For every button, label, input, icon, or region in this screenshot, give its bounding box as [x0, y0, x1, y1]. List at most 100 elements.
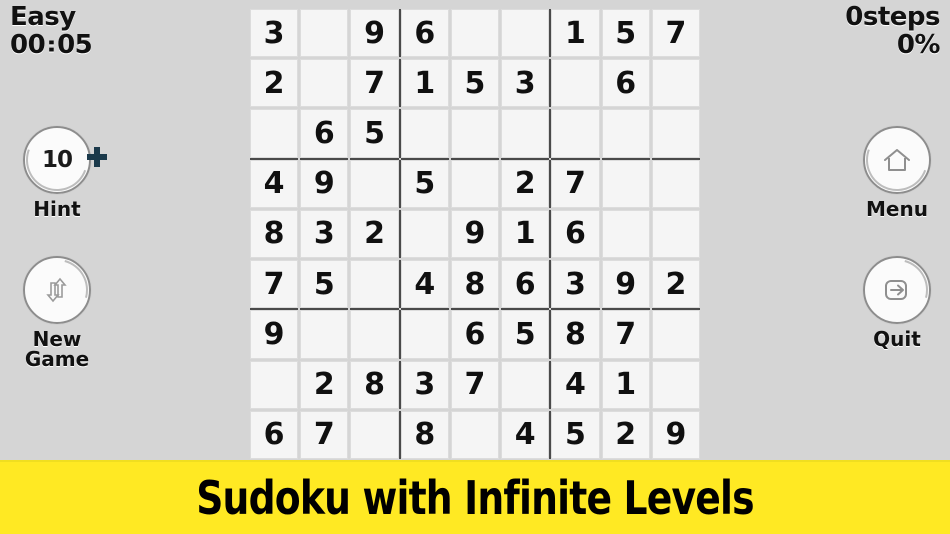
- sudoku-cell-r7c7[interactable]: 8: [551, 310, 600, 359]
- hint-button[interactable]: 10 Hint: [0, 118, 122, 219]
- sudoku-cell-r2c1[interactable]: 2: [250, 59, 299, 108]
- sudoku-cell-r7c5[interactable]: 6: [450, 310, 500, 359]
- sudoku-cell-r1c8[interactable]: 5: [601, 9, 650, 58]
- sudoku-cell-r6c5[interactable]: 8: [450, 260, 500, 309]
- sudoku-cell-r3c4[interactable]: [400, 109, 449, 158]
- sudoku-cell-r8c6[interactable]: [501, 360, 550, 409]
- sudoku-cell-r9c8[interactable]: 2: [601, 410, 650, 459]
- sudoku-cell-r6c7[interactable]: 3: [551, 260, 600, 309]
- sudoku-cell-r9c3[interactable]: [350, 410, 399, 459]
- sudoku-cell-r4c7[interactable]: 7: [551, 159, 600, 208]
- quit-label: Quit: [873, 327, 921, 351]
- sudoku-cell-r7c9[interactable]: [651, 310, 700, 359]
- sudoku-cell-r1c7[interactable]: 1: [551, 9, 600, 58]
- sudoku-cell-r2c9[interactable]: [651, 59, 700, 108]
- sudoku-cell-r6c9[interactable]: 2: [651, 260, 700, 309]
- status-right: 0steps 0%: [845, 3, 941, 61]
- sudoku-cell-r1c5[interactable]: [450, 9, 500, 58]
- sudoku-cell-r5c9[interactable]: [651, 209, 700, 259]
- sudoku-cell-r5c6[interactable]: 1: [501, 209, 550, 259]
- quit-button[interactable]: Quit: [832, 247, 950, 351]
- sudoku-cell-r8c9[interactable]: [651, 360, 700, 409]
- sudoku-cell-r4c5[interactable]: [450, 159, 500, 208]
- sudoku-cell-r7c4[interactable]: [400, 310, 449, 359]
- sudoku-cell-r1c1[interactable]: 3: [250, 9, 299, 58]
- sudoku-cell-r2c2[interactable]: [300, 59, 349, 108]
- sudoku-cell-r6c8[interactable]: 9: [601, 260, 650, 309]
- sudoku-cell-r6c2[interactable]: 5: [300, 260, 349, 309]
- hint-circle-icon[interactable]: 10: [15, 118, 99, 202]
- sudoku-cell-r6c3[interactable]: [350, 260, 399, 309]
- sudoku-cell-r3c3[interactable]: 5: [350, 109, 399, 158]
- promo-banner: Sudoku with Infinite Levels: [0, 460, 950, 534]
- menu-circle[interactable]: [855, 118, 939, 202]
- sudoku-cell-r3c6[interactable]: [501, 109, 550, 158]
- sudoku-cell-r5c1[interactable]: 8: [250, 209, 299, 259]
- sudoku-cell-r3c7[interactable]: [551, 109, 600, 158]
- sudoku-cell-r9c7[interactable]: 5: [551, 410, 600, 459]
- sudoku-cell-r1c4[interactable]: 6: [400, 9, 449, 58]
- sudoku-cell-r6c6[interactable]: 6: [501, 260, 550, 309]
- sudoku-cell-r2c5[interactable]: 5: [450, 59, 500, 108]
- sudoku-cell-r8c8[interactable]: 1: [601, 360, 650, 409]
- sudoku-cell-r4c8[interactable]: [601, 159, 650, 208]
- sudoku-cell-r1c3[interactable]: 9: [350, 9, 399, 58]
- menu-button[interactable]: Menu: [832, 118, 950, 221]
- sudoku-cell-r1c2[interactable]: [300, 9, 349, 58]
- sudoku-cell-r5c3[interactable]: 2: [350, 209, 399, 259]
- new-game-button[interactable]: New Game: [0, 247, 122, 370]
- sudoku-cell-r2c6[interactable]: 3: [501, 59, 550, 108]
- sudoku-cell-r8c1[interactable]: [250, 360, 299, 409]
- sudoku-cell-r4c2[interactable]: 9: [300, 159, 349, 208]
- sudoku-cell-r2c8[interactable]: 6: [601, 59, 650, 108]
- hint-count: 10: [41, 147, 73, 173]
- sudoku-cell-r2c4[interactable]: 1: [400, 59, 449, 108]
- sudoku-cell-r7c2[interactable]: [300, 310, 349, 359]
- sudoku-cell-r7c8[interactable]: 7: [601, 310, 650, 359]
- plus-icon[interactable]: [84, 144, 110, 170]
- quit-circle[interactable]: [854, 247, 940, 333]
- sudoku-cell-r8c7[interactable]: 4: [551, 360, 600, 409]
- sudoku-cell-r3c5[interactable]: [450, 109, 500, 158]
- sudoku-cell-r4c9[interactable]: [651, 159, 700, 208]
- sudoku-cell-r9c2[interactable]: 7: [300, 410, 349, 459]
- sudoku-cell-r6c1[interactable]: 7: [250, 260, 299, 309]
- sudoku-cell-r9c5[interactable]: [450, 410, 500, 459]
- sudoku-cell-r4c4[interactable]: 5: [400, 159, 449, 208]
- sudoku-cell-r6c4[interactable]: 4: [400, 260, 449, 309]
- sudoku-cell-r7c3[interactable]: [350, 310, 399, 359]
- sudoku-cell-r8c4[interactable]: 3: [400, 360, 449, 409]
- sudoku-cell-r4c1[interactable]: 4: [250, 159, 299, 208]
- sudoku-cell-r8c5[interactable]: 7: [450, 360, 500, 409]
- new-game-circle[interactable]: [14, 247, 100, 333]
- sudoku-cell-r9c4[interactable]: 8: [400, 410, 449, 459]
- sudoku-cell-r3c1[interactable]: [250, 109, 299, 158]
- sudoku-cell-r5c7[interactable]: 6: [551, 209, 600, 259]
- sudoku-cell-r9c6[interactable]: 4: [501, 410, 550, 459]
- sudoku-cell-r9c9[interactable]: 9: [651, 410, 700, 459]
- timer-label: 00:05: [10, 32, 93, 59]
- sudoku-cell-r7c1[interactable]: 9: [250, 310, 299, 359]
- sudoku-cell-r3c8[interactable]: [601, 109, 650, 158]
- sudoku-cell-r8c3[interactable]: 8: [350, 360, 399, 409]
- promo-banner-text: Sudoku with Infinite Levels: [196, 471, 754, 525]
- sudoku-cell-r8c2[interactable]: 2: [300, 360, 349, 409]
- sudoku-cell-r4c6[interactable]: 2: [501, 159, 550, 208]
- sudoku-cell-r5c4[interactable]: [400, 209, 449, 259]
- sudoku-cell-r5c5[interactable]: 9: [450, 209, 500, 259]
- sudoku-board[interactable]: 3961572715366549527832916754863929658728…: [249, 8, 701, 460]
- sudoku-cell-r1c6[interactable]: [501, 9, 550, 58]
- new-game-label-line1: New: [32, 327, 82, 351]
- menu-label: Menu: [866, 197, 928, 221]
- progress-label: 0%: [896, 30, 941, 61]
- sudoku-cell-r5c8[interactable]: [601, 209, 650, 259]
- sudoku-cell-r3c2[interactable]: 6: [300, 109, 349, 158]
- sudoku-cell-r1c9[interactable]: 7: [651, 9, 700, 58]
- sudoku-cell-r2c7[interactable]: [551, 59, 600, 108]
- sudoku-cell-r2c3[interactable]: 7: [350, 59, 399, 108]
- sudoku-cell-r7c6[interactable]: 5: [501, 310, 550, 359]
- sudoku-cell-r4c3[interactable]: [350, 159, 399, 208]
- sudoku-cell-r5c2[interactable]: 3: [300, 209, 349, 259]
- sudoku-cell-r3c9[interactable]: [651, 109, 700, 158]
- sudoku-cell-r9c1[interactable]: 6: [250, 410, 299, 459]
